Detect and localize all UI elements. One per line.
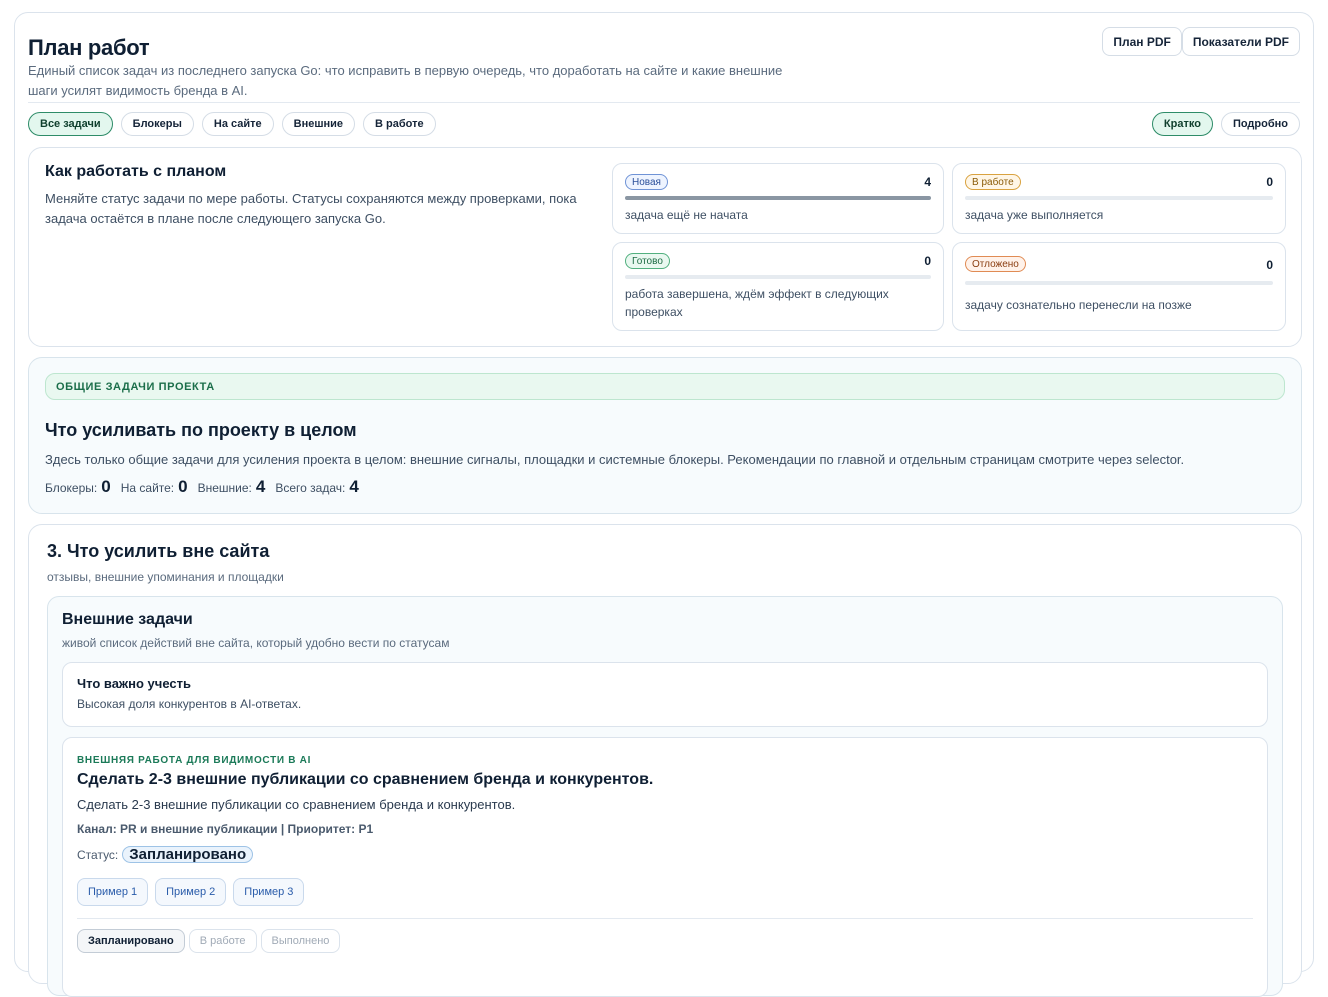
stat-card-done: Готово 0 работа завершена, ждём эффект в… [612,242,944,331]
metrics-pdf-button[interactable]: Показатели PDF [1181,27,1300,56]
page-title: План работ [28,35,150,60]
how-to-text: Меняйте статус задачи по мере работы. Ст… [45,191,577,226]
stat-desc-done: работа завершена, ждём эффект в следующи… [625,287,889,319]
stat-count-new: 4 [924,175,931,189]
note-card: Что важно учесть Высокая доля конкуренто… [62,662,1268,727]
progress-track [965,281,1273,285]
project-text: Здесь только общие задачи для усиления п… [45,452,1185,467]
task-status: Статус: Запланировано [77,846,254,863]
task-meta: Канал: PR и внешние публикации | Приорит… [77,822,374,836]
external-section-title: 3. Что усилить вне сайта [47,541,270,561]
example-3-button[interactable]: Пример 3 [233,878,305,906]
stat-desc-new: задача ещё не начата [625,208,748,222]
external-tasks-title: Внешние задачи [62,611,193,628]
plan-pdf-button[interactable]: План PDF [1102,27,1182,56]
status-switcher: Запланировано В работе Выполнено [77,929,341,953]
metric-label: Всего задач: [275,481,346,495]
stat-desc-in-progress: задача уже выполняется [965,208,1104,222]
metric-label: Блокеры: [45,481,98,495]
page-header: План работ Единый список задач из послед… [28,23,1300,103]
how-to-card: Как работать с планом Меняйте статус зад… [28,147,1302,347]
view-mode-toggle: Кратко Подробно [1151,112,1300,136]
filter-all[interactable]: Все задачи [28,112,113,136]
status-badge-postponed: Отложено [965,256,1026,272]
task-status-label: Статус: [77,847,119,862]
note-text: Высокая доля конкурентов в AI-ответах. [77,697,302,711]
external-section-subtitle: отзывы, внешние упоминания и площадки [47,570,284,584]
metric-value: 4 [255,477,266,496]
external-section: 3. Что усилить вне сайта отзывы, внешние… [28,524,1302,997]
stat-card-postponed: Отложено 0 задачу сознательно перенесли … [952,242,1286,331]
page-subtitle: Единый список задач из последнего запуск… [28,63,783,98]
status-tab-planned[interactable]: Запланировано [77,929,185,953]
metric-blockers: Блокеры: 0 [45,477,111,497]
metric-value: 0 [101,477,111,496]
filter-blockers[interactable]: Блокеры [120,112,194,136]
task-filters: Все задачи Блокеры На сайте Внешние В ра… [28,112,436,136]
status-tab-done[interactable]: Выполнено [260,929,341,953]
metric-total: Всего задач: 4 [275,477,358,497]
view-brief[interactable]: Кратко [1151,112,1213,136]
filter-external[interactable]: Внешние [281,112,356,136]
metric-value: 4 [349,477,359,496]
task-description: Сделать 2-3 внешние публикации со сравне… [77,797,516,812]
filter-in-progress[interactable]: В работе [363,112,436,136]
stat-card-new: Новая 4 задача ещё не начата [612,163,944,234]
project-metrics: Блокеры: 0 На сайте: 0 Внешние: 4 Всего зад… [45,477,369,497]
project-tasks-card: ОБЩИЕ ЗАДАЧИ ПРОЕКТА Что усиливать по пр… [28,357,1302,514]
example-1-button[interactable]: Пример 1 [77,878,149,906]
status-tab-in-progress[interactable]: В работе [188,929,257,953]
metric-label: Внешние: [197,481,252,495]
progress-track [625,275,931,279]
filter-onsite[interactable]: На сайте [201,112,274,136]
task-card: ВНЕШНЯЯ РАБОТА ДЛЯ ВИДИМОСТИ В AI Сделат… [62,737,1268,997]
stat-card-in-progress: В работе 0 задача уже выполняется [952,163,1286,234]
metric-external: Внешние: 4 [198,477,266,497]
progress-track [965,196,1273,200]
metric-label: На сайте: [120,481,175,495]
stat-count-done: 0 [924,254,931,268]
status-badge-in-progress: В работе [965,174,1021,190]
project-title: Что усиливать по проекту в целом [45,420,357,440]
project-banner: ОБЩИЕ ЗАДАЧИ ПРОЕКТА [45,373,1285,400]
example-links: Пример 1 Пример 2 Пример 3 [77,878,305,906]
pdf-buttons: План PDF Показатели PDF [1102,27,1300,56]
task-status-value: Запланировано [122,846,254,863]
stat-count-postponed: 0 [1266,258,1273,272]
metric-onsite: На сайте: 0 [121,477,188,497]
example-2-button[interactable]: Пример 2 [155,878,227,906]
task-title: Сделать 2-3 внешние публикации со сравне… [77,771,654,788]
status-badge-done: Готово [625,253,670,269]
note-title: Что важно учесть [77,676,191,691]
divider [77,918,1253,919]
metric-value: 0 [178,477,188,496]
how-to-title: Как работать с планом [45,163,227,180]
task-kicker: ВНЕШНЯЯ РАБОТА ДЛЯ ВИДИМОСТИ В AI [77,755,312,766]
view-detailed[interactable]: Подробно [1220,112,1300,136]
stat-count-in-progress: 0 [1266,175,1273,189]
progress-track [625,196,931,200]
progress-fill [625,196,931,200]
external-tasks-panel: Внешние задачи живой список действий вне… [47,596,1283,997]
plan-page: План работ Единый список задач из послед… [14,12,1314,997]
external-tasks-subtitle: живой список действий вне сайта, который… [62,636,450,650]
status-badge-new: Новая [625,174,668,190]
stat-desc-postponed: задачу сознательно перенесли на позже [965,298,1192,312]
